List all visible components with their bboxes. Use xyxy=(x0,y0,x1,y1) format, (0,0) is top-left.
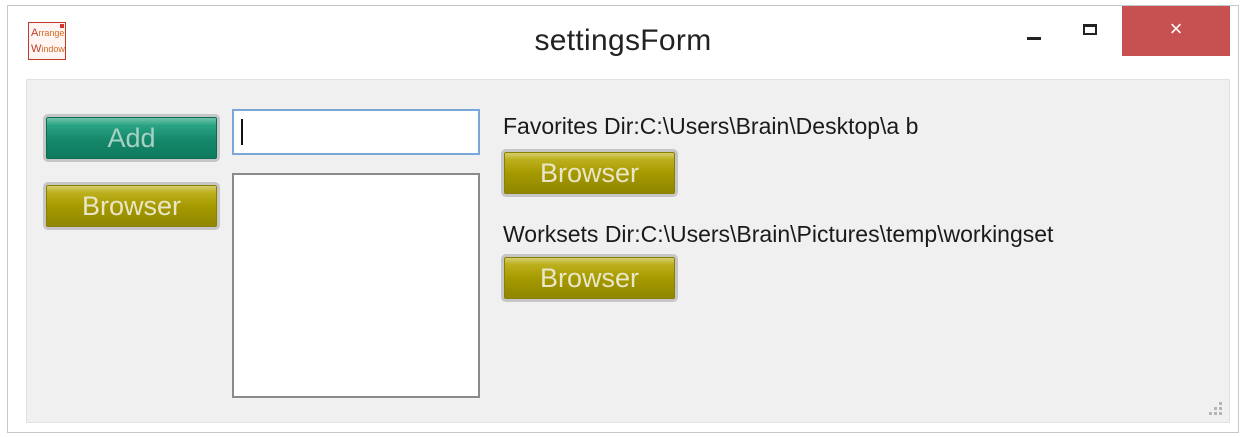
worksets-dir-label: Worksets Dir:C:\Users\Brain\Pictures\tem… xyxy=(503,221,1054,247)
worksets-browse-button[interactable]: Browser xyxy=(501,254,678,302)
close-icon: × xyxy=(1169,16,1183,41)
add-button[interactable]: Add xyxy=(43,114,220,162)
minimize-button[interactable] xyxy=(1008,6,1060,56)
new-item-input[interactable] xyxy=(232,109,480,155)
browse-button[interactable]: Browser xyxy=(43,182,220,230)
settings-window: Arrange Window settingsForm × Add Browse… xyxy=(7,5,1239,433)
resize-grip-icon[interactable] xyxy=(1209,402,1223,416)
favorites-dir-label: Favorites Dir:C:\Users\Brain\Desktop\a b xyxy=(503,113,919,139)
favorites-browse-button[interactable]: Browser xyxy=(501,149,678,197)
items-listbox[interactable] xyxy=(232,173,480,398)
minimize-icon xyxy=(1027,36,1041,40)
close-button[interactable]: × xyxy=(1122,6,1230,56)
text-caret xyxy=(241,119,243,145)
maximize-button[interactable] xyxy=(1064,6,1116,56)
form-client-area: Add Browser Favorites Dir:C:\Users\Brain… xyxy=(26,79,1230,423)
maximize-icon xyxy=(1083,23,1097,35)
title-bar[interactable]: Arrange Window settingsForm × xyxy=(8,6,1238,78)
